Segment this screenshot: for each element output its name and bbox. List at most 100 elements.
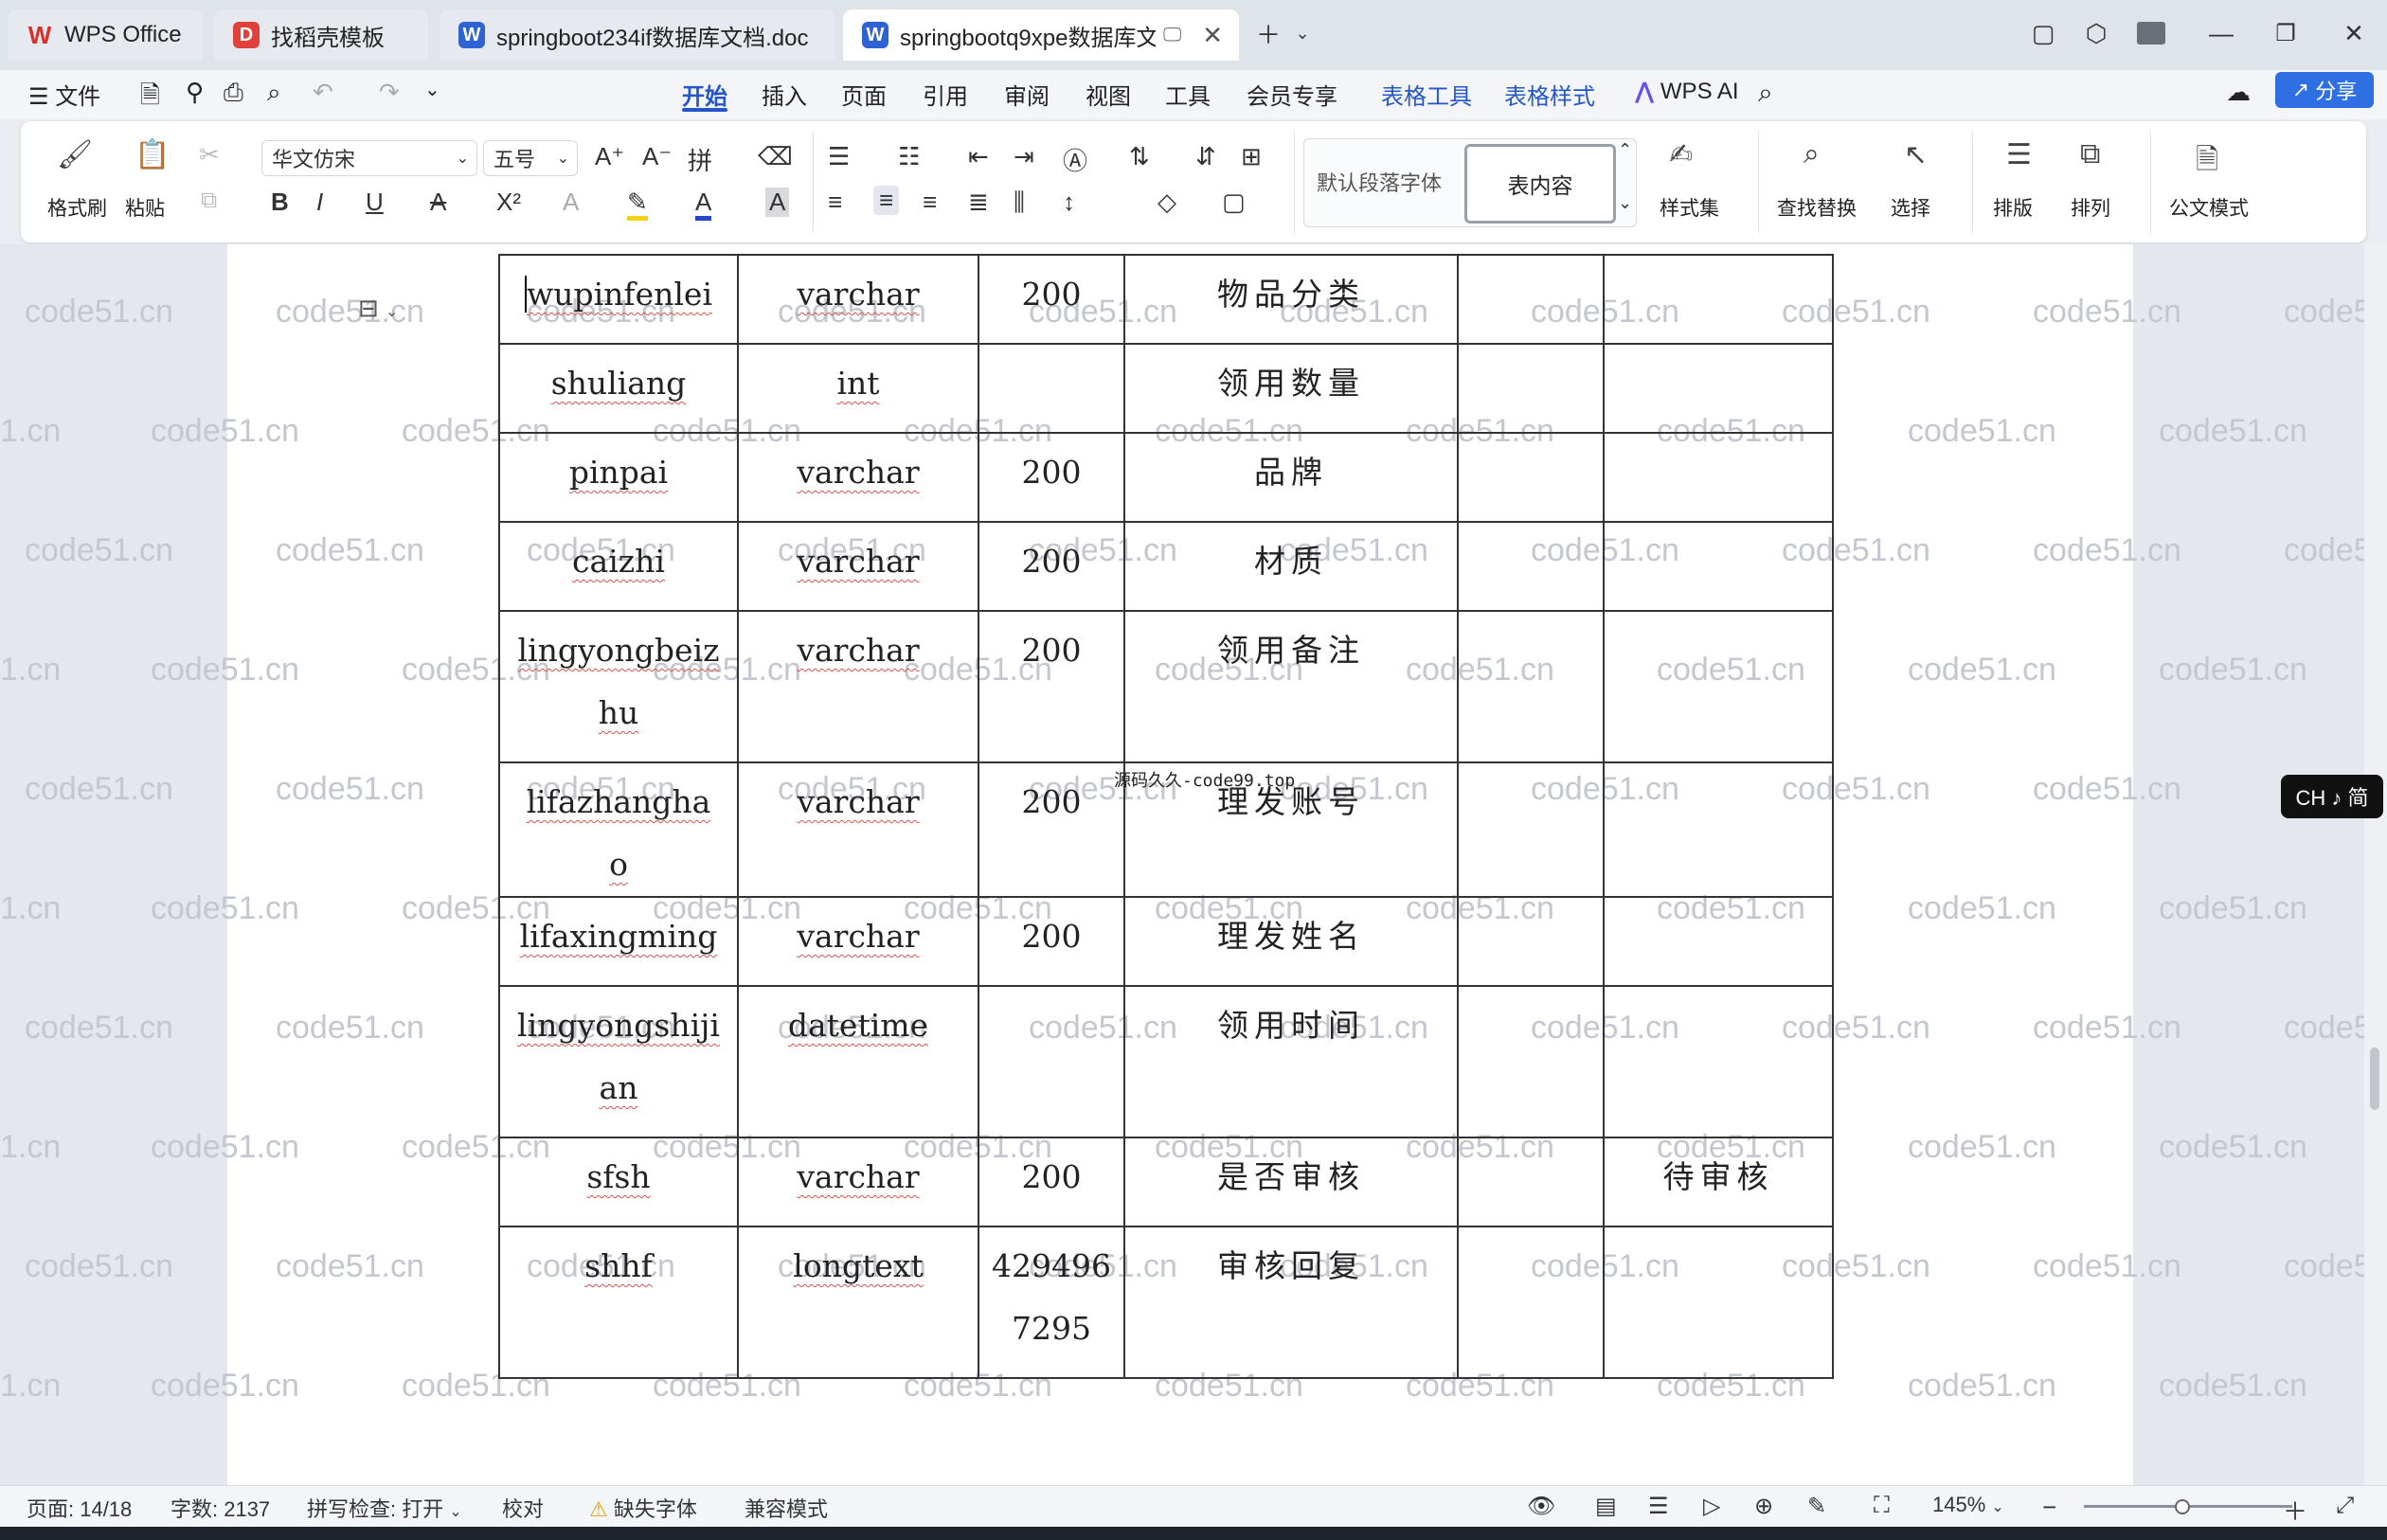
char-shading-icon[interactable]: A [765, 188, 790, 217]
table-cell[interactable]: sfsh [498, 1137, 739, 1227]
tab-doc-q9xpe[interactable]: W springbootq9xpe数据库文档 🖵 ✕ [843, 9, 1239, 61]
table-cell[interactable]: 200 [978, 610, 1125, 763]
table-cell[interactable] [1457, 985, 1605, 1138]
tab-page[interactable]: 页面 [841, 78, 887, 111]
share-button[interactable]: ↗ 分享 [2275, 72, 2374, 108]
play-icon[interactable]: ▷ [1703, 1493, 1720, 1520]
arrange-icon[interactable]: ⧉ [2080, 138, 2100, 170]
style-set-button[interactable]: 样式集 [1660, 193, 1719, 222]
font-name-select[interactable]: 华文仿宋 ⌄ [261, 140, 477, 176]
table-cell[interactable]: 200 [978, 254, 1125, 345]
font-size-select[interactable]: 五号 ⌄ [483, 140, 578, 176]
sort-icon[interactable]: ⇅ [1129, 142, 1150, 171]
pen-icon[interactable]: ✎ [1807, 1493, 1826, 1520]
layout-button[interactable]: 排版 [1993, 193, 2033, 222]
table-cell[interactable] [1603, 343, 1834, 434]
table-cell[interactable]: lingyongshijian [498, 985, 739, 1138]
text-direction-icon[interactable]: Ⓐ [1063, 142, 1087, 177]
table-cell[interactable]: 审核回复 [1123, 1226, 1459, 1379]
arrange-button[interactable]: 排列 [2071, 193, 2110, 222]
table-cell[interactable]: 4294967295 [978, 1226, 1125, 1379]
table-cell[interactable]: datetime [737, 985, 979, 1138]
bullet-list-icon[interactable]: ☰ [828, 142, 850, 171]
style-table-content[interactable]: 表内容 [1464, 144, 1616, 224]
font-shrink-icon[interactable]: A⁻ [642, 142, 672, 171]
table-cell[interactable]: caizhi [498, 521, 739, 612]
tab-wps-ai[interactable]: ⋀ WPS AI [1635, 78, 1739, 105]
table-cell[interactable]: wupinfenlei [498, 254, 739, 345]
layout-icon[interactable]: ☰ [2006, 138, 2032, 171]
word-count[interactable]: 字数: 2137 [170, 1493, 270, 1523]
zoom-slider-thumb[interactable] [2175, 1499, 2190, 1514]
table-cell[interactable] [1603, 761, 1834, 898]
table-cell[interactable]: 材质 [1123, 521, 1459, 612]
table-cell[interactable] [1457, 896, 1605, 987]
font-color-icon[interactable]: A [695, 188, 712, 221]
table-cell[interactable] [1457, 521, 1605, 612]
format-painter-button[interactable]: 格式刷 [47, 193, 107, 222]
table-cell[interactable]: varchar [737, 896, 979, 987]
table-cell[interactable]: shuliang [498, 343, 739, 434]
align-center-icon[interactable]: ≡ [873, 186, 900, 215]
numbered-list-icon[interactable]: ☷ [898, 142, 920, 171]
paste-icon[interactable]: 📋 [135, 138, 170, 171]
restore-icon[interactable]: ❐ [2270, 17, 2302, 49]
line-spacing-icon[interactable]: ↕ [1063, 188, 1075, 217]
table-cell[interactable]: varchar [737, 432, 979, 523]
find-replace-button[interactable]: 查找替换 [1777, 193, 1857, 222]
find-icon[interactable]: ⌕ [1804, 138, 1820, 170]
table-handle-icon[interactable]: ⊟ ⌄ [358, 294, 398, 323]
select-cursor-icon[interactable]: ↖ [1904, 138, 1928, 171]
missing-font-button[interactable]: ⚠ 缺失字体 [589, 1493, 697, 1523]
table-cell[interactable]: pinpai [498, 432, 739, 523]
quick-access-more-icon[interactable]: ⌄ [424, 78, 440, 101]
fit-page-icon[interactable]: ⛶ [1874, 1493, 1890, 1519]
scrollbar-thumb[interactable] [2370, 1048, 2379, 1110]
tab-doc-234if[interactable]: W springboot234if数据库文档.doc [440, 9, 835, 61]
table-cell[interactable] [1457, 432, 1605, 523]
superscript-icon[interactable]: X² [496, 188, 521, 217]
table-cell[interactable] [1603, 1226, 1834, 1379]
copy-icon[interactable]: ⧉ [201, 188, 217, 214]
undo-icon[interactable]: ↶ [313, 78, 333, 107]
table-cell[interactable]: lifazhanghao [498, 761, 739, 898]
table-cell[interactable] [1603, 254, 1834, 345]
cloud-upload-icon[interactable]: ☁ [2226, 78, 2251, 107]
table-cell[interactable] [978, 985, 1125, 1138]
table-cell[interactable]: varchar [737, 254, 979, 345]
redo-icon[interactable]: ↷ [379, 78, 400, 107]
table-cell[interactable]: 200 [978, 896, 1125, 987]
page-indicator[interactable]: 页面: 14/18 [27, 1493, 132, 1523]
table-cell[interactable] [1603, 896, 1834, 987]
highlight-icon[interactable]: ✎ [627, 188, 648, 221]
style-default-paragraph[interactable]: 默认段落字体 [1317, 167, 1442, 197]
table-cell[interactable]: lingyongbeizhu [498, 610, 739, 763]
ime-indicator[interactable]: CH ♪ 简 [2281, 775, 2383, 818]
minimize-icon[interactable]: — [2205, 17, 2237, 49]
table-cell[interactable]: 领用备注 [1123, 610, 1459, 763]
cube-icon[interactable]: ⬡ [2080, 17, 2112, 49]
table-cell[interactable] [1457, 610, 1605, 763]
font-grow-icon[interactable]: A⁺ [595, 142, 624, 171]
tab-references[interactable]: 引用 [923, 78, 968, 111]
proofread-button[interactable]: 校对 [502, 1493, 544, 1523]
new-tab-icon[interactable]: ＋ [1252, 17, 1284, 49]
official-doc-icon[interactable]: 🗎 [2196, 138, 2218, 187]
select-button[interactable]: 选择 [1891, 193, 1930, 222]
table-cell[interactable]: 是否审核 [1123, 1137, 1459, 1227]
tab-insert[interactable]: 插入 [762, 78, 807, 111]
table-cell[interactable]: 200 [978, 432, 1125, 523]
table-cell[interactable]: lifaxingming [498, 896, 739, 987]
table-cell[interactable]: 200 [978, 1137, 1125, 1227]
gallery-up-icon[interactable]: ⌃ [1618, 140, 1632, 160]
spellcheck-toggle[interactable]: 拼写检查: 打开 ⌄ [307, 1493, 462, 1523]
increase-indent-icon[interactable]: ⇥ [1014, 142, 1034, 171]
tab-table-style[interactable]: 表格样式 [1504, 78, 1595, 111]
eye-icon[interactable]: 👁 [1527, 1493, 1555, 1520]
phonetic-guide-icon[interactable]: 拼 [688, 142, 712, 177]
underline-icon[interactable]: U [366, 188, 384, 217]
table-cell[interactable]: 品牌 [1123, 432, 1459, 523]
distribute-icon[interactable]: ⫼ [1014, 188, 1025, 218]
tab-docer-templates[interactable]: D 找稻壳模板 [214, 9, 428, 61]
shading-icon[interactable]: ◇ [1158, 188, 1176, 217]
